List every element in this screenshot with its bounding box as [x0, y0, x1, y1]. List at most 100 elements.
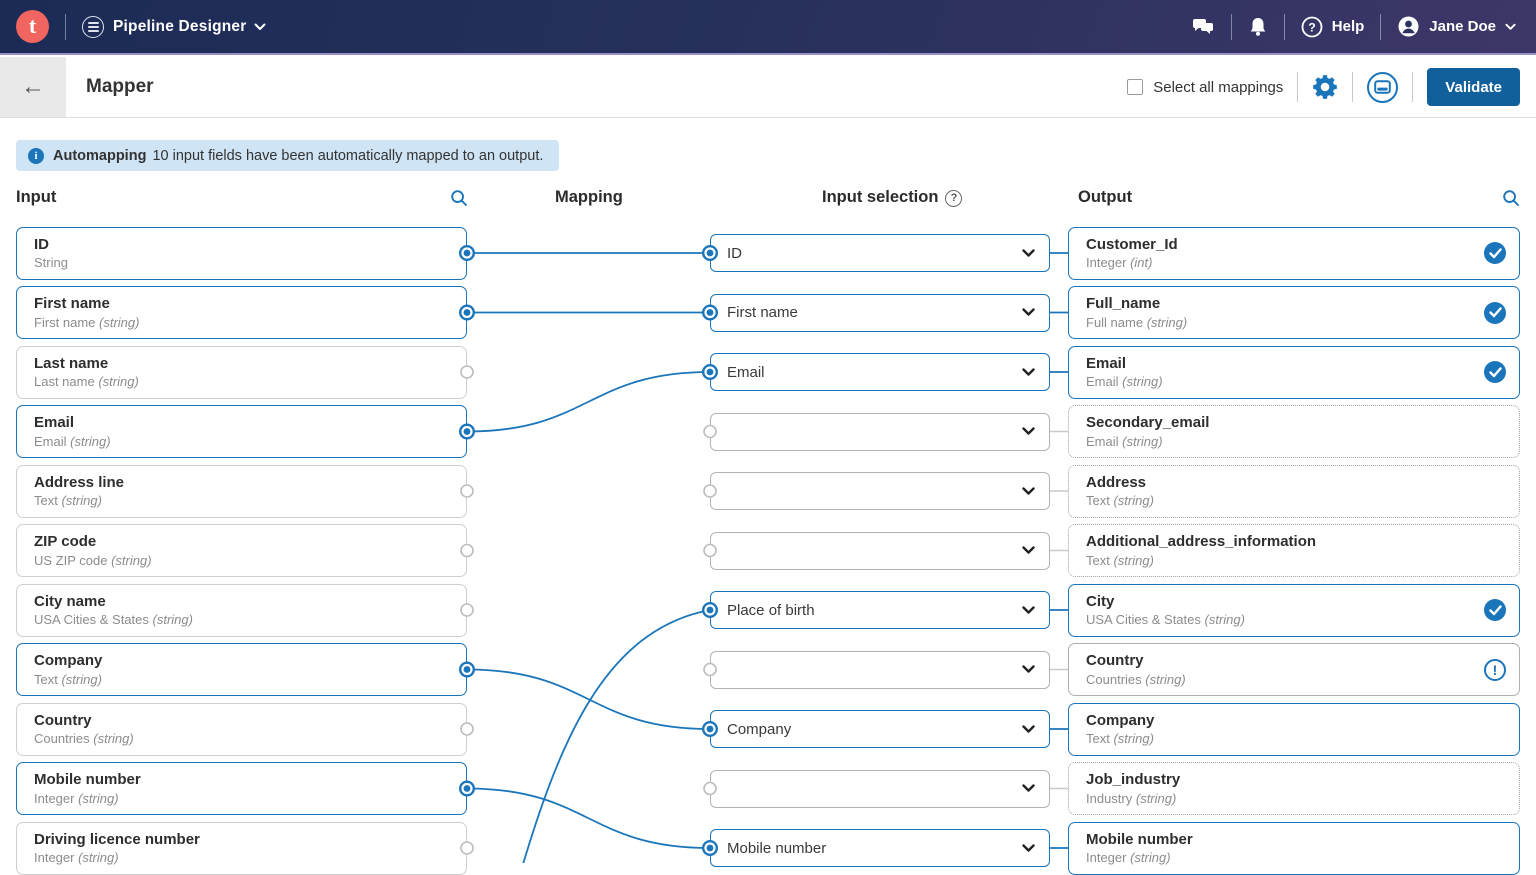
field-name: Job_industry: [1086, 769, 1479, 791]
output-field-card[interactable]: AddressText (string): [1068, 465, 1520, 518]
mapping-wire: [467, 372, 710, 432]
user-menu[interactable]: Jane Doe: [1397, 15, 1516, 38]
input-selection-dropdown[interactable]: Email: [710, 353, 1050, 391]
page-title: Mapper: [86, 76, 154, 98]
selected-input-value: Place of birth: [727, 602, 815, 619]
divider: [1284, 14, 1285, 40]
input-selection-dropdown[interactable]: [710, 770, 1050, 808]
input-field-card[interactable]: First nameFirst name (string): [16, 286, 467, 339]
chevron-down-icon[interactable]: [1022, 427, 1035, 436]
output-field-card[interactable]: Full_nameFull name (string): [1068, 286, 1520, 339]
input-field-card[interactable]: EmailEmail (string): [16, 405, 467, 458]
output-field-card[interactable]: CompanyText (string): [1068, 703, 1520, 756]
input-search-icon[interactable]: [450, 189, 468, 212]
input-selection-dropdown[interactable]: [710, 651, 1050, 689]
chevron-down-icon[interactable]: [1022, 725, 1035, 734]
field-type: Integer (int): [1086, 255, 1479, 272]
gear-icon[interactable]: [1312, 74, 1338, 100]
chevron-down-icon[interactable]: [254, 23, 266, 31]
input-selection-dropdown[interactable]: ID: [710, 234, 1050, 272]
field-type: Integer (string): [34, 850, 426, 867]
validate-button[interactable]: Validate: [1427, 68, 1520, 106]
chevron-down-icon[interactable]: [1022, 844, 1035, 853]
input-selection-dropdown[interactable]: First name: [710, 294, 1050, 332]
field-name: Mobile number: [34, 769, 426, 791]
input-selection-dropdown[interactable]: [710, 472, 1050, 510]
field-name: ZIP code: [34, 531, 426, 553]
back-button[interactable]: ←: [0, 57, 66, 117]
output-field-card[interactable]: Job_industryIndustry (string): [1068, 762, 1520, 815]
field-type: String: [34, 255, 426, 272]
mapped-check-icon: [1484, 361, 1506, 383]
field-name: City name: [34, 591, 426, 613]
mapping-wire: [467, 789, 710, 849]
field-name: First name: [34, 293, 426, 315]
chevron-down-icon[interactable]: [1022, 308, 1035, 317]
output-field-card[interactable]: CityUSA Cities & States (string): [1068, 584, 1520, 637]
output-search-icon[interactable]: [1502, 189, 1520, 212]
output-field-card[interactable]: Additional_address_informationText (stri…: [1068, 524, 1520, 577]
input-field-card[interactable]: CountryCountries (string): [16, 703, 467, 756]
field-name: Country: [34, 710, 426, 732]
input-field-card[interactable]: IDString: [16, 227, 467, 280]
input-selection-dropdown[interactable]: Mobile number: [710, 829, 1050, 867]
mapping-wire: [516, 610, 710, 863]
divider: [1231, 14, 1232, 40]
input-field-card[interactable]: Driving licence numberInteger (string): [16, 822, 467, 875]
input-field-card[interactable]: Mobile numberInteger (string): [16, 762, 467, 815]
field-name: Country: [1086, 650, 1479, 672]
field-type: Text (string): [1086, 731, 1479, 748]
select-all-mappings[interactable]: Select all mappings: [1127, 79, 1283, 96]
output-field-card[interactable]: Mobile numberInteger (string): [1068, 822, 1520, 875]
chevron-down-icon[interactable]: [1022, 368, 1035, 377]
input-field-card[interactable]: CompanyText (string): [16, 643, 467, 696]
chevron-down-icon[interactable]: [1022, 487, 1035, 496]
panel-icon[interactable]: [1367, 72, 1398, 103]
chevron-down-icon[interactable]: [1022, 784, 1035, 793]
output-field-card[interactable]: Customer_IdInteger (int): [1068, 227, 1520, 280]
divider: [1412, 72, 1413, 102]
select-all-checkbox[interactable]: [1127, 79, 1143, 95]
app-switcher[interactable]: Pipeline Designer: [113, 18, 246, 36]
input-selection-dropdown[interactable]: Company: [710, 710, 1050, 748]
chevron-down-icon[interactable]: [1022, 546, 1035, 555]
input-field-card[interactable]: Address lineText (string): [16, 465, 467, 518]
field-type: Email (string): [1086, 374, 1479, 391]
output-field-card[interactable]: CountryCountries (string)!: [1068, 643, 1520, 696]
output-field-card[interactable]: Secondary_emailEmail (string): [1068, 405, 1520, 458]
input-selection-dropdown[interactable]: [710, 532, 1050, 570]
chevron-down-icon: [1505, 23, 1516, 31]
chevron-down-icon[interactable]: [1022, 665, 1035, 674]
field-name: Customer_Id: [1086, 234, 1479, 256]
chat-icon[interactable]: [1191, 17, 1215, 37]
talend-logo[interactable]: t: [16, 10, 49, 43]
output-field-card[interactable]: EmailEmail (string): [1068, 346, 1520, 399]
pipeline-icon: [82, 16, 104, 38]
chevron-down-icon[interactable]: [1022, 606, 1035, 615]
input-selection-dropdown[interactable]: Place of birth: [710, 591, 1050, 629]
divider: [65, 14, 66, 40]
field-name: Full_name: [1086, 293, 1479, 315]
user-name: Jane Doe: [1429, 18, 1496, 35]
input-selection-dropdown[interactable]: [710, 413, 1050, 451]
mapped-check-icon: [1484, 302, 1506, 324]
help-menu[interactable]: ? Help: [1301, 16, 1365, 38]
field-name: Company: [34, 650, 426, 672]
chevron-down-icon[interactable]: [1022, 249, 1035, 258]
field-type: Industry (string): [1086, 791, 1479, 808]
help-label: Help: [1332, 18, 1365, 35]
bell-icon[interactable]: [1248, 16, 1268, 38]
input-field-card[interactable]: Last nameLast name (string): [16, 346, 467, 399]
input-field-card[interactable]: ZIP codeUS ZIP code (string): [16, 524, 467, 577]
input-selection-column-header: Input selection?: [822, 188, 962, 207]
select-all-label: Select all mappings: [1153, 79, 1283, 96]
mapped-check-icon: [1484, 242, 1506, 264]
field-type: Last name (string): [34, 374, 426, 391]
field-type: Integer (string): [34, 791, 426, 808]
field-type: Full name (string): [1086, 315, 1479, 332]
input-field-card[interactable]: City nameUSA Cities & States (string): [16, 584, 467, 637]
selected-input-value: First name: [727, 304, 798, 321]
field-name: Last name: [34, 353, 426, 375]
help-question-icon[interactable]: ?: [945, 190, 962, 207]
field-name: Address: [1086, 472, 1479, 494]
